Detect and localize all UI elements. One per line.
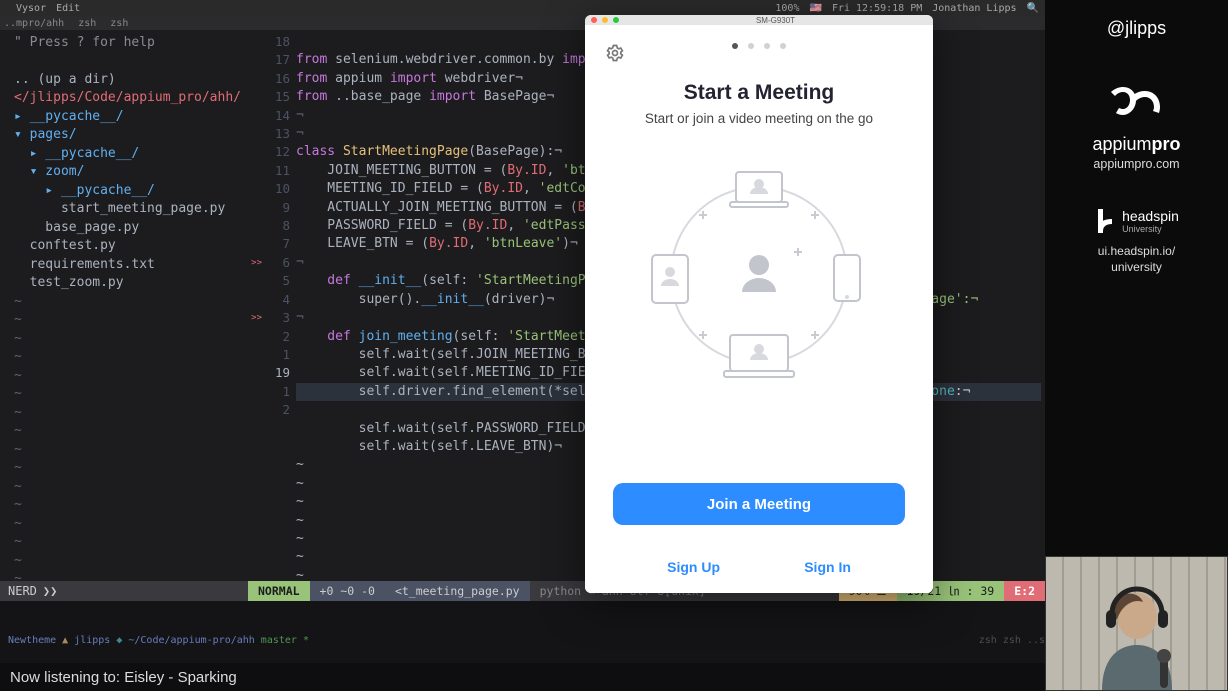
tree-file[interactable]: base_page.py <box>14 219 248 238</box>
meeting-illustration <box>644 160 874 390</box>
tree-dir[interactable]: ▸ __pycache__/ <box>14 182 248 201</box>
tree-hint: " Press ? for help <box>14 34 248 53</box>
page-dots <box>732 43 786 49</box>
tree-dir[interactable]: ▸ __pycache__/ <box>14 108 248 127</box>
battery-label: 100% <box>775 3 799 14</box>
appium-pro-logo <box>1109 83 1165 127</box>
terminal-tab[interactable]: zsh <box>78 18 96 29</box>
now-playing-bar: Now listening to: Eisley - Sparking <box>0 663 1045 691</box>
sign-column: >> >> <box>248 30 262 601</box>
shell-prompt[interactable]: Newtheme ▲ jlipps ◆ ~/Code/appium-pro/ah… <box>0 601 1045 646</box>
sign-in-link[interactable]: Sign In <box>804 559 851 575</box>
file-tree[interactable]: " Press ? for help .. (up a dir) </jlipp… <box>0 30 248 601</box>
tree-dir[interactable]: ▸ __pycache__/ <box>14 145 248 164</box>
mac-menubar: Vysor Edit 100% 🇺🇸 Fri 12:59:18 PM Jonat… <box>0 0 1045 16</box>
line-numbers: 181716 151413 121110 987 654 321 19 12 <box>262 30 296 601</box>
twitter-handle: @jlipps <box>1045 18 1228 39</box>
tree-dir[interactable]: ▾ zoom/ <box>14 163 248 182</box>
user-name: Jonathan Lipps <box>932 3 1016 14</box>
vim-empty-line: ~ <box>14 293 248 312</box>
flag-icon: 🇺🇸 <box>809 3 821 14</box>
tree-status-bar: NERD ❯❯ <box>0 581 248 601</box>
clock: Fri 12:59:18 PM <box>832 3 922 14</box>
shell-strip: Newtheme ▲ jlipps ◆ ~/Code/appium-pro/ah… <box>0 601 1045 663</box>
tree-file[interactable]: start_meeting_page.py <box>14 200 248 219</box>
brand-name: appiumpro <box>1045 134 1228 155</box>
device-screen[interactable]: Start a Meeting Start or join a video me… <box>585 25 933 593</box>
device-title: Start a Meeting <box>585 81 933 105</box>
minimize-icon[interactable] <box>602 17 608 23</box>
breakpoint-marker: >> <box>251 254 262 272</box>
tree-file[interactable]: conftest.py <box>14 237 248 256</box>
zoom-icon[interactable] <box>613 17 619 23</box>
vim-mode: NORMAL <box>248 581 310 601</box>
tree-status-label: NERD <box>8 584 37 598</box>
device-subtitle: Start or join a video meeting on the go <box>585 111 933 126</box>
now-playing-text: Now listening to: Eisley - Sparking <box>10 669 237 686</box>
tree-up[interactable]: .. (up a dir) <box>14 71 248 90</box>
tree-file[interactable]: test_zoom.py <box>14 274 248 293</box>
tree-dir[interactable]: ▾ pages/ <box>14 126 248 145</box>
terminal-tab[interactable]: zsh <box>110 18 128 29</box>
gear-icon[interactable] <box>605 43 625 66</box>
git-stats: +0 ~0 -0 <box>310 581 385 601</box>
tree-root-path: </jlipps/Code/appium_pro/ahh/ <box>14 89 248 108</box>
sign-up-link[interactable]: Sign Up <box>667 559 720 575</box>
breakpoint-marker: >> <box>251 309 262 327</box>
stream-overlay: @jlipps appiumpro appiumpro.com headspin… <box>1045 0 1228 691</box>
join-meeting-button[interactable]: Join a Meeting <box>613 483 905 525</box>
close-icon[interactable] <box>591 17 597 23</box>
status-filename: <t_meeting_page.py <box>385 581 530 601</box>
terminal-tab[interactable]: ..mpro/ahh <box>4 18 64 29</box>
headspin-url: ui.headspin.io/ university <box>1045 243 1228 275</box>
menubar-app[interactable]: Vysor <box>16 3 46 14</box>
device-titlebar[interactable]: SM-G930T <box>585 15 933 25</box>
device-window-title: SM-G930T <box>756 16 795 25</box>
presenter-silhouette <box>1082 580 1192 690</box>
webcam-feed <box>1045 556 1228 691</box>
tree-file[interactable]: requirements.txt <box>14 256 248 275</box>
device-mirror-window: SM-G930T Start a Meeting Start or join a… <box>585 15 933 593</box>
spotlight-icon[interactable]: 🔍 <box>1027 3 1039 14</box>
status-errors: E:2 <box>1004 581 1045 601</box>
headspin-logo: headspin University <box>1045 207 1228 235</box>
chevron-right-icon: ❯❯ <box>43 584 57 598</box>
menubar-edit[interactable]: Edit <box>56 3 80 14</box>
brand-url: appiumpro.com <box>1045 157 1228 171</box>
